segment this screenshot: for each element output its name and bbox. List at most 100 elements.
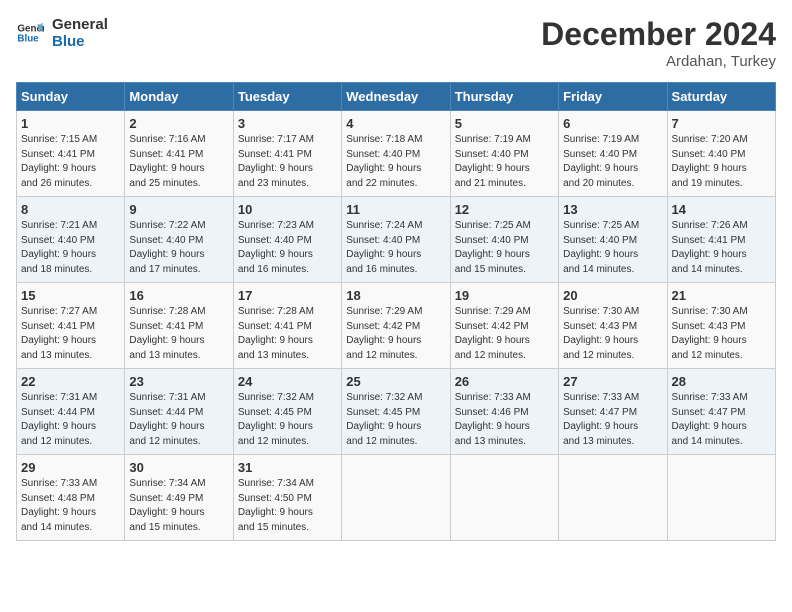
day-info: Sunrise: 7:34 AM Sunset: 4:50 PM Dayligh… (238, 477, 337, 535)
calendar-cell: 19 Sunrise: 7:29 AM Sunset: 4:42 PM Dayli… (450, 283, 558, 369)
day-info: Sunrise: 7:25 AM Sunset: 4:40 PM Dayligh… (455, 219, 554, 277)
day-number: 17 (238, 288, 337, 303)
day-number: 14 (672, 202, 771, 217)
calendar-cell: 16 Sunrise: 7:28 AM Sunset: 4:41 PM Dayli… (125, 283, 233, 369)
day-info: Sunrise: 7:20 AM Sunset: 4:40 PM Dayligh… (672, 133, 771, 191)
calendar-cell: 20 Sunrise: 7:30 AM Sunset: 4:43 PM Dayli… (559, 283, 667, 369)
calendar-week-4: 22 Sunrise: 7:31 AM Sunset: 4:44 PM Dayli… (17, 369, 776, 455)
day-header-tuesday: Tuesday (233, 83, 341, 111)
day-info: Sunrise: 7:28 AM Sunset: 4:41 PM Dayligh… (129, 305, 228, 363)
day-number: 5 (455, 116, 554, 131)
calendar-cell: 14 Sunrise: 7:26 AM Sunset: 4:41 PM Dayli… (667, 197, 775, 283)
day-info: Sunrise: 7:32 AM Sunset: 4:45 PM Dayligh… (238, 391, 337, 449)
day-number: 27 (563, 374, 662, 389)
location-subtitle: Ardahan, Turkey (541, 53, 776, 70)
day-info: Sunrise: 7:34 AM Sunset: 4:49 PM Dayligh… (129, 477, 228, 535)
day-number: 16 (129, 288, 228, 303)
calendar-cell (342, 455, 450, 541)
calendar-cell: 18Sunrise: 7:29 AM Sunset: 4:42 PM Dayli… (342, 283, 450, 369)
calendar-cell: 13 Sunrise: 7:25 AM Sunset: 4:40 PM Dayli… (559, 197, 667, 283)
day-info: Sunrise: 7:25 AM Sunset: 4:40 PM Dayligh… (563, 219, 662, 277)
day-info: Sunrise: 7:17 AM Sunset: 4:41 PM Dayligh… (238, 133, 337, 191)
day-number: 28 (672, 374, 771, 389)
day-info: Sunrise: 7:28 AM Sunset: 4:41 PM Dayligh… (238, 305, 337, 363)
day-number: 3 (238, 116, 337, 131)
day-info: Sunrise: 7:18 AM Sunset: 4:40 PM Dayligh… (346, 133, 445, 191)
calendar-cell: 3 Sunrise: 7:17 AM Sunset: 4:41 PM Daylig… (233, 111, 341, 197)
calendar-cell: 21Sunrise: 7:30 AM Sunset: 4:43 PM Dayli… (667, 283, 775, 369)
day-number: 21 (672, 288, 771, 303)
day-header-monday: Monday (125, 83, 233, 111)
calendar-cell: 26Sunrise: 7:33 AM Sunset: 4:46 PM Dayli… (450, 369, 558, 455)
calendar-week-2: 8Sunrise: 7:21 AM Sunset: 4:40 PM Daylig… (17, 197, 776, 283)
day-number: 23 (129, 374, 228, 389)
day-number: 29 (21, 460, 120, 475)
calendar-cell: 9Sunrise: 7:22 AM Sunset: 4:40 PM Daylig… (125, 197, 233, 283)
day-info: Sunrise: 7:27 AM Sunset: 4:41 PM Dayligh… (21, 305, 120, 363)
day-number: 15 (21, 288, 120, 303)
day-info: Sunrise: 7:26 AM Sunset: 4:41 PM Dayligh… (672, 219, 771, 277)
day-number: 1 (21, 116, 120, 131)
calendar-cell: 5 Sunrise: 7:19 AM Sunset: 4:40 PM Daylig… (450, 111, 558, 197)
calendar-cell (450, 455, 558, 541)
day-info: Sunrise: 7:21 AM Sunset: 4:40 PM Dayligh… (21, 219, 120, 277)
day-number: 4 (346, 116, 445, 131)
day-info: Sunrise: 7:32 AM Sunset: 4:45 PM Dayligh… (346, 391, 445, 449)
day-header-friday: Friday (559, 83, 667, 111)
logo-general: General (52, 16, 108, 33)
calendar-cell: 27 Sunrise: 7:33 AM Sunset: 4:47 PM Dayli… (559, 369, 667, 455)
day-number: 13 (563, 202, 662, 217)
calendar-cell: 2 Sunrise: 7:16 AM Sunset: 4:41 PM Daylig… (125, 111, 233, 197)
day-number: 19 (455, 288, 554, 303)
day-number: 6 (563, 116, 662, 131)
calendar-cell (559, 455, 667, 541)
calendar-cell: 28 Sunrise: 7:33 AM Sunset: 4:47 PM Dayli… (667, 369, 775, 455)
day-info: Sunrise: 7:16 AM Sunset: 4:41 PM Dayligh… (129, 133, 228, 191)
day-number: 2 (129, 116, 228, 131)
day-number: 12 (455, 202, 554, 217)
day-number: 25 (346, 374, 445, 389)
day-number: 10 (238, 202, 337, 217)
day-info: Sunrise: 7:23 AM Sunset: 4:40 PM Dayligh… (238, 219, 337, 277)
day-info: Sunrise: 7:19 AM Sunset: 4:40 PM Dayligh… (563, 133, 662, 191)
day-number: 20 (563, 288, 662, 303)
day-header-wednesday: Wednesday (342, 83, 450, 111)
logo: General Blue General Blue (16, 16, 108, 50)
day-number: 11 (346, 202, 445, 217)
day-info: Sunrise: 7:33 AM Sunset: 4:47 PM Dayligh… (672, 391, 771, 449)
day-info: Sunrise: 7:33 AM Sunset: 4:47 PM Dayligh… (563, 391, 662, 449)
calendar-cell: 31 Sunrise: 7:34 AM Sunset: 4:50 PM Dayli… (233, 455, 341, 541)
page-header: General Blue General Blue December 2024 … (16, 16, 776, 70)
day-info: Sunrise: 7:33 AM Sunset: 4:48 PM Dayligh… (21, 477, 120, 535)
calendar-cell: 4 Sunrise: 7:18 AM Sunset: 4:40 PM Daylig… (342, 111, 450, 197)
day-info: Sunrise: 7:22 AM Sunset: 4:40 PM Dayligh… (129, 219, 228, 277)
day-number: 31 (238, 460, 337, 475)
calendar-cell: 24Sunrise: 7:32 AM Sunset: 4:45 PM Dayli… (233, 369, 341, 455)
calendar-week-3: 15 Sunrise: 7:27 AM Sunset: 4:41 PM Dayli… (17, 283, 776, 369)
day-info: Sunrise: 7:29 AM Sunset: 4:42 PM Dayligh… (455, 305, 554, 363)
day-header-sunday: Sunday (17, 83, 125, 111)
calendar-cell: 23Sunrise: 7:31 AM Sunset: 4:44 PM Dayli… (125, 369, 233, 455)
calendar-cell: 25 Sunrise: 7:32 AM Sunset: 4:45 PM Dayli… (342, 369, 450, 455)
calendar-table: SundayMondayTuesdayWednesdayThursdayFrid… (16, 82, 776, 541)
day-info: Sunrise: 7:31 AM Sunset: 4:44 PM Dayligh… (21, 391, 120, 449)
calendar-cell (667, 455, 775, 541)
day-number: 26 (455, 374, 554, 389)
day-info: Sunrise: 7:24 AM Sunset: 4:40 PM Dayligh… (346, 219, 445, 277)
calendar-cell: 15 Sunrise: 7:27 AM Sunset: 4:41 PM Dayli… (17, 283, 125, 369)
calendar-cell: 12 Sunrise: 7:25 AM Sunset: 4:40 PM Dayli… (450, 197, 558, 283)
calendar-cell: 29 Sunrise: 7:33 AM Sunset: 4:48 PM Dayli… (17, 455, 125, 541)
logo-icon: General Blue (16, 19, 44, 47)
calendar-cell: 6 Sunrise: 7:19 AM Sunset: 4:40 PM Daylig… (559, 111, 667, 197)
calendar-cell: 7Sunrise: 7:20 AM Sunset: 4:40 PM Daylig… (667, 111, 775, 197)
calendar-cell: 1Sunrise: 7:15 AM Sunset: 4:41 PM Daylig… (17, 111, 125, 197)
day-number: 22 (21, 374, 120, 389)
day-header-thursday: Thursday (450, 83, 558, 111)
month-title: December 2024 (541, 16, 776, 53)
day-info: Sunrise: 7:19 AM Sunset: 4:40 PM Dayligh… (455, 133, 554, 191)
day-info: Sunrise: 7:30 AM Sunset: 4:43 PM Dayligh… (563, 305, 662, 363)
day-header-saturday: Saturday (667, 83, 775, 111)
day-number: 30 (129, 460, 228, 475)
calendar-cell: 17 Sunrise: 7:28 AM Sunset: 4:41 PM Dayli… (233, 283, 341, 369)
logo-blue: Blue (52, 33, 108, 50)
